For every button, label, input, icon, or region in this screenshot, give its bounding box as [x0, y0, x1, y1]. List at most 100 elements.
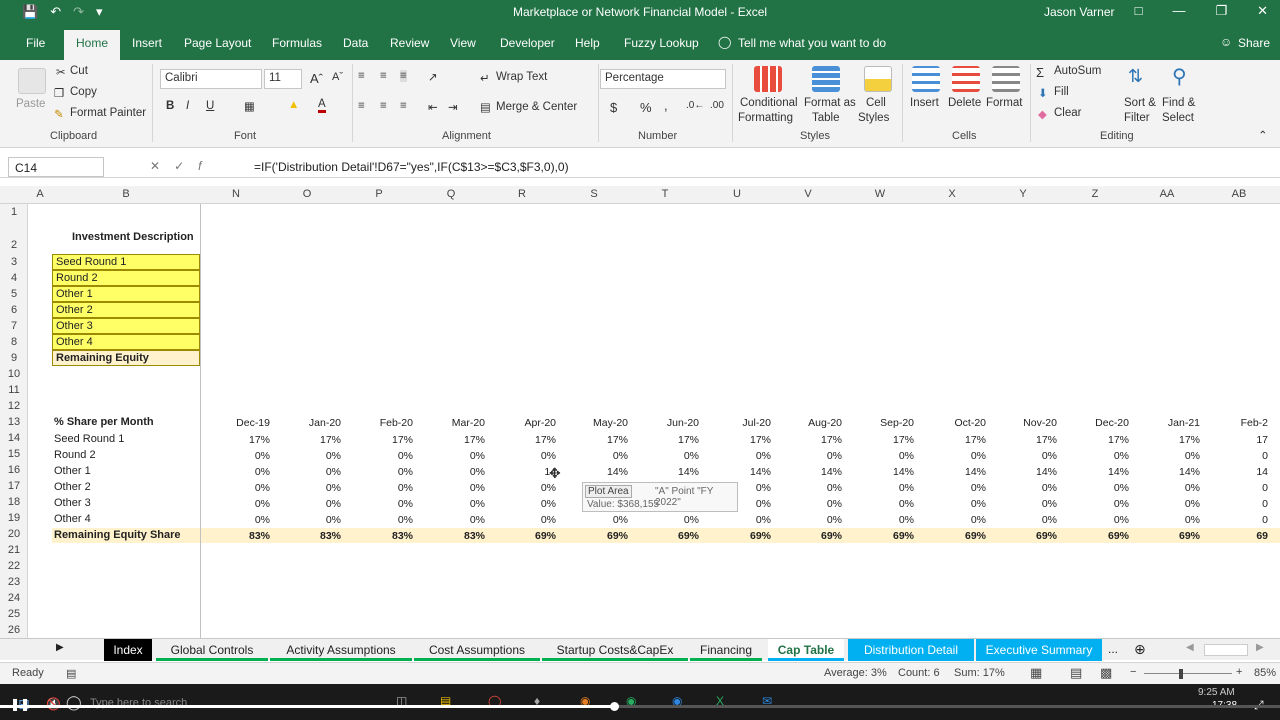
increase-font-icon[interactable]: Aˆ: [310, 71, 323, 86]
bold-button[interactable]: B: [166, 100, 174, 112]
share-cell[interactable]: 0%: [1140, 450, 1200, 462]
month-header[interactable]: Feb-2: [1208, 417, 1268, 429]
row-header[interactable]: 3: [0, 256, 28, 268]
autosum-icon[interactable]: Σ: [1036, 65, 1044, 80]
share-cell[interactable]: 14: [496, 466, 556, 478]
investment-item[interactable]: Other 1: [52, 286, 200, 302]
find-select-icon[interactable]: ⚲: [1172, 64, 1187, 89]
share-cell[interactable]: 17%: [854, 434, 914, 446]
share-row-label[interactable]: Round 2: [54, 449, 96, 461]
row-header[interactable]: 24: [0, 592, 28, 604]
column-header[interactable]: A: [25, 188, 55, 200]
investment-description-header[interactable]: Investment Description: [72, 231, 194, 243]
tab-developer[interactable]: Developer: [500, 36, 555, 50]
share-cell[interactable]: 0%: [639, 450, 699, 462]
column-header[interactable]: U: [722, 188, 752, 200]
share-cell[interactable]: 0%: [353, 514, 413, 526]
share-cell[interactable]: 0%: [1069, 498, 1129, 510]
month-header[interactable]: Jan-21: [1140, 417, 1200, 429]
remaining-equity-cell[interactable]: 69%: [1140, 530, 1200, 542]
paste-button[interactable]: Paste: [16, 98, 45, 110]
tab-home[interactable]: Home: [64, 30, 121, 60]
decrease-indent-icon[interactable]: ⇤: [428, 100, 438, 114]
share-cell[interactable]: 0%: [425, 466, 485, 478]
share-cell[interactable]: 0%: [210, 498, 270, 510]
ribbon-display-icon[interactable]: □: [1135, 3, 1143, 19]
tab-fuzzy-lookup[interactable]: Fuzzy Lookup: [624, 36, 699, 50]
share-per-month-header[interactable]: % Share per Month: [54, 416, 154, 428]
sheet-tab[interactable]: Cost Assumptions: [414, 639, 540, 661]
share-cell[interactable]: 0%: [281, 466, 341, 478]
format-cells-icon[interactable]: [992, 66, 1020, 92]
clear-icon[interactable]: ◆: [1038, 107, 1047, 121]
share-row-label[interactable]: Seed Round 1: [54, 433, 124, 445]
share-cell[interactable]: 0%: [210, 450, 270, 462]
share-cell[interactable]: 0%: [782, 482, 842, 494]
comma-button[interactable]: ,: [664, 98, 668, 113]
clear-button[interactable]: Clear: [1054, 107, 1081, 119]
share-cell[interactable]: 0%: [210, 514, 270, 526]
sheet-tab[interactable]: Financing: [690, 639, 762, 661]
copy-icon[interactable]: ❐: [54, 86, 64, 100]
cell-styles-button[interactable]: Cell: [866, 97, 886, 109]
sheet-tab[interactable]: Distribution Detail: [848, 639, 974, 661]
row-header[interactable]: 7: [0, 320, 28, 332]
column-header[interactable]: V: [793, 188, 823, 200]
share-cell[interactable]: 0%: [997, 514, 1057, 526]
share-cell[interactable]: 0: [1208, 482, 1268, 494]
share-cell[interactable]: 0%: [281, 514, 341, 526]
share-cell[interactable]: 0%: [854, 450, 914, 462]
investment-item[interactable]: Seed Round 1: [52, 254, 200, 270]
autosum-button[interactable]: AutoSum: [1054, 65, 1101, 77]
month-header[interactable]: Jul-20: [711, 417, 771, 429]
fill-color-icon[interactable]: ▲: [288, 99, 299, 111]
remaining-equity-cell[interactable]: 69%: [854, 530, 914, 542]
month-header[interactable]: Aug-20: [782, 417, 842, 429]
page-break-view-icon[interactable]: ▩: [1100, 665, 1112, 681]
share-cell[interactable]: 0: [1208, 498, 1268, 510]
insert-function-icon[interactable]: f: [198, 159, 215, 173]
row-header[interactable]: 14: [0, 432, 28, 444]
share-cell[interactable]: 0%: [1140, 514, 1200, 526]
row-header[interactable]: 13: [0, 416, 28, 428]
column-header[interactable]: O: [292, 188, 322, 200]
video-mute-icon[interactable]: 🔇: [46, 697, 61, 711]
macro-record-icon[interactable]: ▤: [66, 667, 76, 680]
share-cell[interactable]: 0: [1208, 514, 1268, 526]
remaining-equity-cell[interactable]: 83%: [210, 530, 270, 542]
remaining-equity-cell[interactable]: 69: [1208, 530, 1268, 542]
share-cell[interactable]: 0%: [926, 514, 986, 526]
tell-me-box[interactable]: Tell me what you want to do: [738, 36, 886, 50]
align-left-icon[interactable]: ≡: [358, 100, 365, 112]
wrap-text-icon[interactable]: ↵: [480, 71, 490, 85]
remaining-equity-cell[interactable]: 69%: [568, 530, 628, 542]
share-cell[interactable]: 17%: [926, 434, 986, 446]
remaining-equity-cell[interactable]: 69%: [926, 530, 986, 542]
horizontal-scrollbar[interactable]: [1204, 644, 1248, 656]
investment-item[interactable]: Round 2: [52, 270, 200, 286]
column-header[interactable]: R: [507, 188, 537, 200]
wrap-text-button[interactable]: Wrap Text: [496, 71, 547, 83]
share-cell[interactable]: 0%: [926, 450, 986, 462]
column-header[interactable]: B: [111, 188, 141, 200]
share-cell[interactable]: 0%: [1069, 514, 1129, 526]
tab-formulas[interactable]: Formulas: [272, 36, 322, 50]
tab-page-layout[interactable]: Page Layout: [184, 36, 251, 50]
zoom-in-icon[interactable]: +: [1236, 666, 1242, 678]
share-cell[interactable]: 14%: [997, 466, 1057, 478]
row-header[interactable]: 25: [0, 608, 28, 620]
conditional-formatting-button[interactable]: Conditional: [740, 97, 798, 109]
underline-button[interactable]: U: [206, 100, 214, 112]
cell-styles-icon[interactable]: [864, 66, 892, 92]
share-cell[interactable]: 0%: [496, 482, 556, 494]
column-header[interactable]: AB: [1224, 188, 1254, 200]
row-header[interactable]: 23: [0, 576, 28, 588]
share-cell[interactable]: 17%: [782, 434, 842, 446]
remaining-equity-cell[interactable]: 69%: [782, 530, 842, 542]
column-header[interactable]: Y: [1008, 188, 1038, 200]
month-header[interactable]: Nov-20: [997, 417, 1057, 429]
share-cell[interactable]: 17: [1208, 434, 1268, 446]
font-name-dropdown[interactable]: Calibri: [160, 69, 262, 89]
name-box[interactable]: C14: [8, 157, 104, 177]
tab-help[interactable]: Help: [575, 36, 600, 50]
